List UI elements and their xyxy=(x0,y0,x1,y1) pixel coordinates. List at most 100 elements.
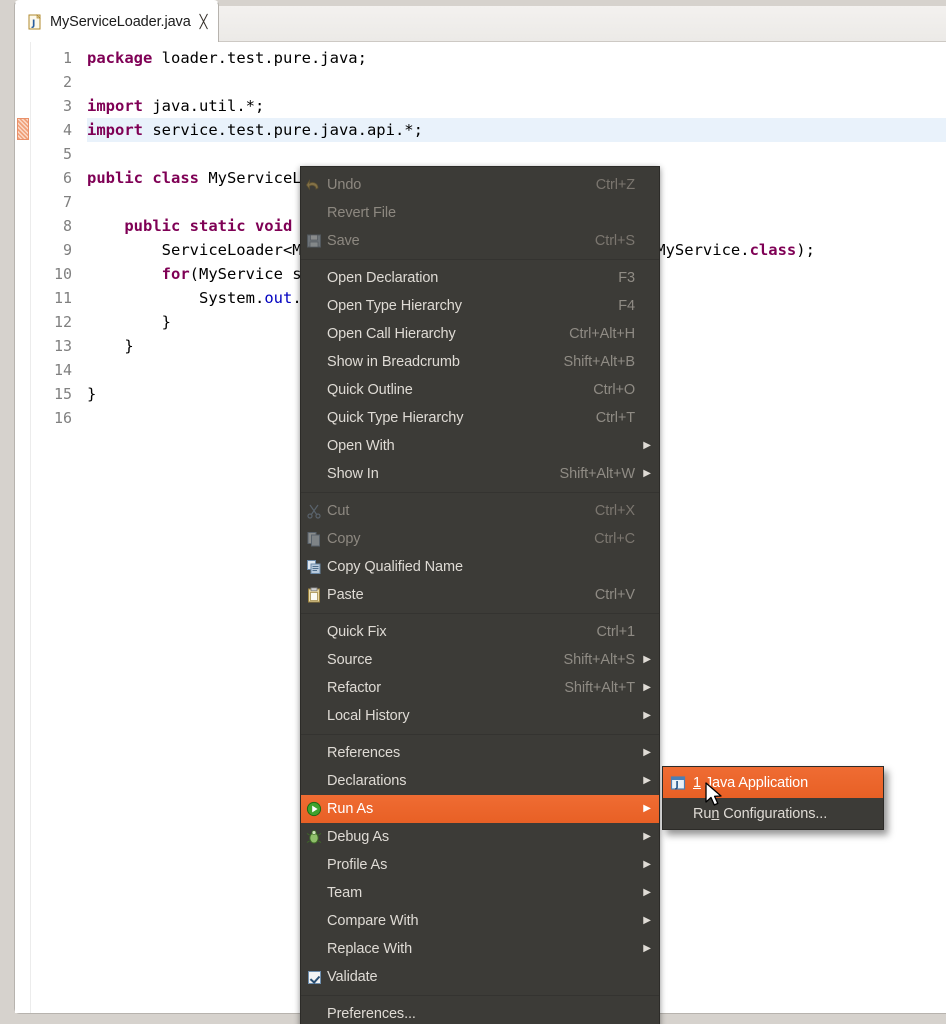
svg-text:J: J xyxy=(675,780,679,790)
paste-icon xyxy=(301,587,327,603)
menu-item-open-with[interactable]: Open With ▶ xyxy=(301,432,659,460)
line-number: 12 xyxy=(31,310,75,334)
line-number: 11 xyxy=(31,286,75,310)
run-as-submenu[interactable]: J 1 Java Application Run Configurations... xyxy=(662,766,884,830)
copy-icon xyxy=(301,531,327,547)
menu-item-preferences[interactable]: Preferences... xyxy=(301,1000,659,1024)
menu-item-accelerator: Ctrl+Alt+H xyxy=(569,326,635,342)
menu-item-label: Open With xyxy=(327,438,621,454)
screen-root: J MyServiceLoader.java ╳ 123456789101112… xyxy=(0,0,946,1024)
submenu-item-label: 1 Java Application xyxy=(693,775,875,791)
line-number: 13 xyxy=(31,334,75,358)
menu-item-local-history[interactable]: Local History ▶ xyxy=(301,702,659,730)
menu-item-open-type-hierarchy[interactable]: Open Type HierarchyF4 xyxy=(301,292,659,320)
chevron-right-icon: ▶ xyxy=(635,916,651,926)
chevron-right-icon: ▶ xyxy=(635,888,651,898)
menu-item-label: References xyxy=(327,745,621,761)
menu-item-label: Paste xyxy=(327,587,581,603)
menu-item-label: Quick Type Hierarchy xyxy=(327,410,582,426)
menu-item-show-in[interactable]: Show InShift+Alt+W▶ xyxy=(301,460,659,488)
java-file-icon: J xyxy=(27,14,43,30)
menu-item-label: Validate xyxy=(327,969,621,985)
menu-item-replace-with[interactable]: Replace With▶ xyxy=(301,935,659,963)
menu-item-label: Cut xyxy=(327,503,581,519)
copy-qualified-icon xyxy=(301,559,327,575)
line-number: 9 xyxy=(31,238,75,262)
menu-separator xyxy=(301,259,659,260)
line-number: 14 xyxy=(31,358,75,382)
menu-item-quick-outline[interactable]: Quick OutlineCtrl+O xyxy=(301,376,659,404)
menu-item-label: Local History xyxy=(327,708,621,724)
menu-item-save: SaveCtrl+S xyxy=(301,227,659,255)
chevron-right-icon: ▶ xyxy=(635,469,651,479)
menu-item-validate[interactable]: Validate xyxy=(301,963,659,991)
menu-item-source[interactable]: SourceShift+Alt+S▶ xyxy=(301,646,659,674)
menu-item-label: Compare With xyxy=(327,913,621,929)
menu-item-label: Save xyxy=(327,233,581,249)
menu-item-label: Open Type Hierarchy xyxy=(327,298,604,314)
close-icon[interactable]: ╳ xyxy=(200,16,208,29)
menu-item-accelerator: Ctrl+C xyxy=(594,531,635,547)
validate-checkbox[interactable] xyxy=(308,971,321,984)
menu-item-label: Debug As xyxy=(327,829,621,845)
menu-item-profile-as[interactable]: Profile As ▶ xyxy=(301,851,659,879)
line-number: 4 xyxy=(31,118,75,142)
submenu-item-1-java-application[interactable]: J 1 Java Application xyxy=(663,767,883,798)
line-number: 15 xyxy=(31,382,75,406)
menu-separator xyxy=(301,734,659,735)
menu-item-references[interactable]: References▶ xyxy=(301,739,659,767)
line-number: 16 xyxy=(31,406,75,430)
chevron-right-icon: ▶ xyxy=(635,683,651,693)
menu-item-refactor[interactable]: RefactorShift+Alt+T▶ xyxy=(301,674,659,702)
menu-item-label: Source xyxy=(327,652,550,668)
chevron-right-icon: ▶ xyxy=(635,860,651,870)
code-line xyxy=(87,142,946,166)
run-icon xyxy=(301,801,327,817)
menu-item-declarations[interactable]: Declarations▶ xyxy=(301,767,659,795)
editor-tab-myserviceloader[interactable]: J MyServiceLoader.java ╳ xyxy=(14,0,219,42)
code-line: import service.test.pure.java.api.*; xyxy=(87,118,946,142)
menu-item-run-as[interactable]: Run As▶ xyxy=(301,795,659,823)
menu-item-label: Refactor xyxy=(327,680,550,696)
line-number: 2 xyxy=(31,70,75,94)
checkbox-checked-icon xyxy=(301,971,327,984)
menu-item-open-call-hierarchy[interactable]: Open Call Hierarchy Ctrl+Alt+H xyxy=(301,320,659,348)
menu-item-open-declaration[interactable]: Open DeclarationF3 xyxy=(301,264,659,292)
occurrence-marker xyxy=(17,118,29,140)
menu-item-accelerator: Shift+Alt+S xyxy=(564,652,635,668)
menu-item-accelerator: Ctrl+T xyxy=(596,410,635,426)
line-number: 1 xyxy=(31,46,75,70)
editor-context-menu[interactable]: UndoCtrl+ZRevert FileSaveCtrl+SOpen Decl… xyxy=(300,166,660,1024)
menu-item-paste[interactable]: PasteCtrl+V xyxy=(301,581,659,609)
menu-item-show-in-breadcrumb[interactable]: Show in BreadcrumbShift+Alt+B xyxy=(301,348,659,376)
chevron-right-icon: ▶ xyxy=(635,832,651,842)
menu-item-quick-fix[interactable]: Quick FixCtrl+1 xyxy=(301,618,659,646)
menu-item-label: Open Declaration xyxy=(327,270,604,286)
menu-item-accelerator: Ctrl+X xyxy=(595,503,635,519)
chevron-right-icon: ▶ xyxy=(635,441,651,451)
editor-tab-bar: J MyServiceLoader.java ╳ xyxy=(15,6,946,42)
menu-item-team[interactable]: Team▶ xyxy=(301,879,659,907)
code-line xyxy=(87,70,946,94)
menu-separator xyxy=(301,492,659,493)
svg-text:J: J xyxy=(31,19,35,29)
menu-separator xyxy=(301,995,659,996)
line-number-ruler: 12345678910111213141516 xyxy=(31,42,75,1013)
chevron-right-icon: ▶ xyxy=(635,711,651,721)
menu-item-label: Run As xyxy=(327,801,621,817)
menu-item-label: Declarations xyxy=(327,773,621,789)
editor-tab-label: MyServiceLoader.java xyxy=(50,14,191,30)
menu-item-label: Profile As xyxy=(327,857,621,873)
annotation-ruler[interactable] xyxy=(15,42,31,1013)
chevron-right-icon: ▶ xyxy=(635,944,651,954)
submenu-item-run-configurations[interactable]: Run Configurations... xyxy=(663,798,883,829)
menu-item-compare-with[interactable]: Compare With ▶ xyxy=(301,907,659,935)
menu-item-accelerator: Shift+Alt+B xyxy=(564,354,635,370)
java-app-icon: J xyxy=(663,775,693,791)
menu-item-copy-qualified-name[interactable]: Copy Qualified Name xyxy=(301,553,659,581)
menu-item-quick-type-hierarchy[interactable]: Quick Type Hierarchy Ctrl+T xyxy=(301,404,659,432)
line-number: 6 xyxy=(31,166,75,190)
menu-item-label: Open Call Hierarchy xyxy=(327,326,555,342)
menu-item-debug-as[interactable]: Debug As ▶ xyxy=(301,823,659,851)
line-number: 5 xyxy=(31,142,75,166)
